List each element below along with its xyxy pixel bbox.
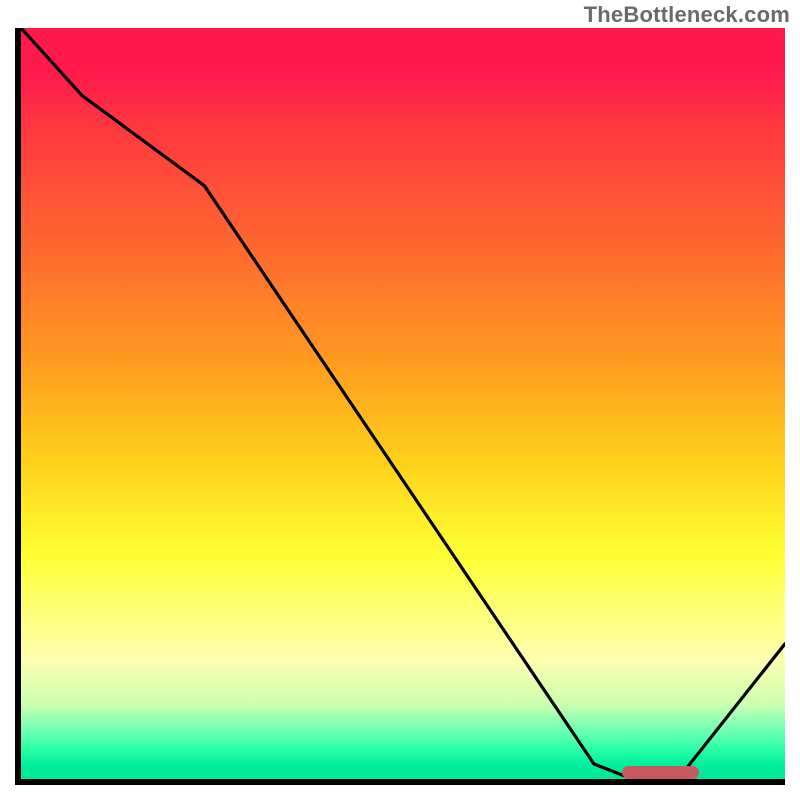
curve-path [21, 28, 785, 779]
bottleneck-chart: TheBottleneck.com [0, 0, 800, 800]
optimal-range-marker [622, 766, 699, 779]
plot-area [15, 28, 785, 785]
bottleneck-curve [21, 28, 785, 779]
watermark-text: TheBottleneck.com [584, 2, 790, 28]
